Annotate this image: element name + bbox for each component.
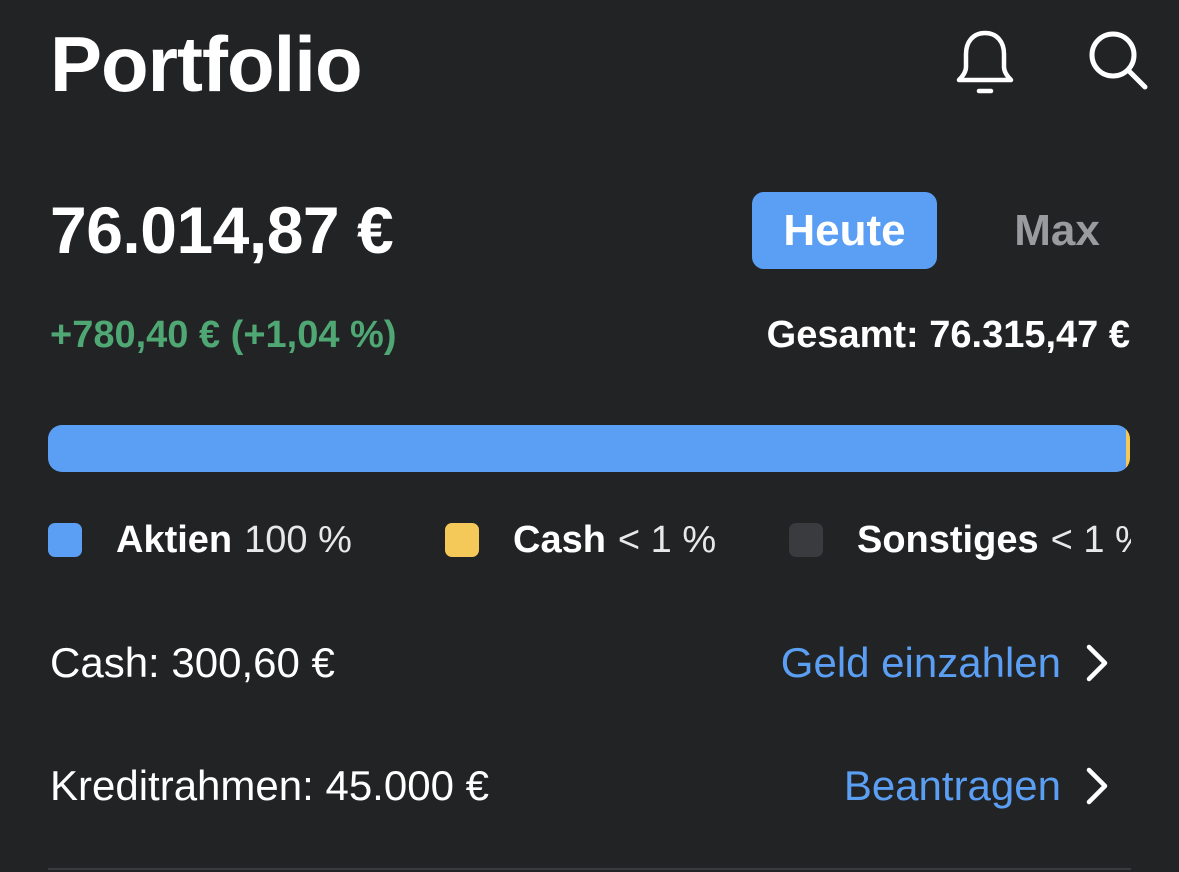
allocation-segment-cash [1125,425,1130,472]
daily-change: +780,40 € (+1,04 %) [50,314,397,356]
range-max-button[interactable]: Max [992,192,1122,269]
legend-name: Cash [513,518,606,561]
chevron-right-icon [1083,764,1111,808]
search-button[interactable] [1078,20,1158,100]
legend-item-sonstiges: Sonstiges < 1 % [789,515,1131,565]
page-title: Portfolio [50,20,363,108]
legend-value: 100 % [244,518,352,561]
legend-name: Aktien [116,518,233,561]
allocation-segment-aktien [48,425,1126,472]
search-icon [1089,31,1148,90]
legend-item-aktien: Aktien 100 % [48,515,352,565]
legend-item-cash: Cash < 1 % [445,515,716,565]
legend-swatch-sonstiges [789,523,823,557]
allocation-bar [48,425,1130,472]
notifications-button[interactable] [945,22,1025,102]
allocation-legend: Aktien 100 % Cash < 1 % Sonstiges < 1 % [48,515,1131,565]
divider [48,868,1131,870]
credit-line: Kreditrahmen: 45.000 € [50,762,489,809]
deposit-money-label: Geld einzahlen [780,639,1061,686]
legend-value: < 1 % [617,518,717,561]
apply-credit-label: Beantragen [843,762,1061,809]
range-today-button[interactable]: Heute [752,192,937,269]
apply-credit-link[interactable]: Beantragen [844,758,1111,814]
legend-swatch-cash [445,523,479,557]
deposit-money-link[interactable]: Geld einzahlen [781,635,1111,691]
chevron-right-icon [1083,641,1111,685]
bell-icon [956,30,1014,94]
total-overall: Gesamt: 76.315,47 € [766,314,1130,356]
legend-swatch-aktien [48,523,82,557]
cash-balance: Cash: 300,60 € [50,639,335,686]
portfolio-total-value: 76.014,87 € [50,193,394,267]
legend-value: < 1 % [1050,518,1131,561]
legend-name: Sonstiges [857,518,1039,561]
